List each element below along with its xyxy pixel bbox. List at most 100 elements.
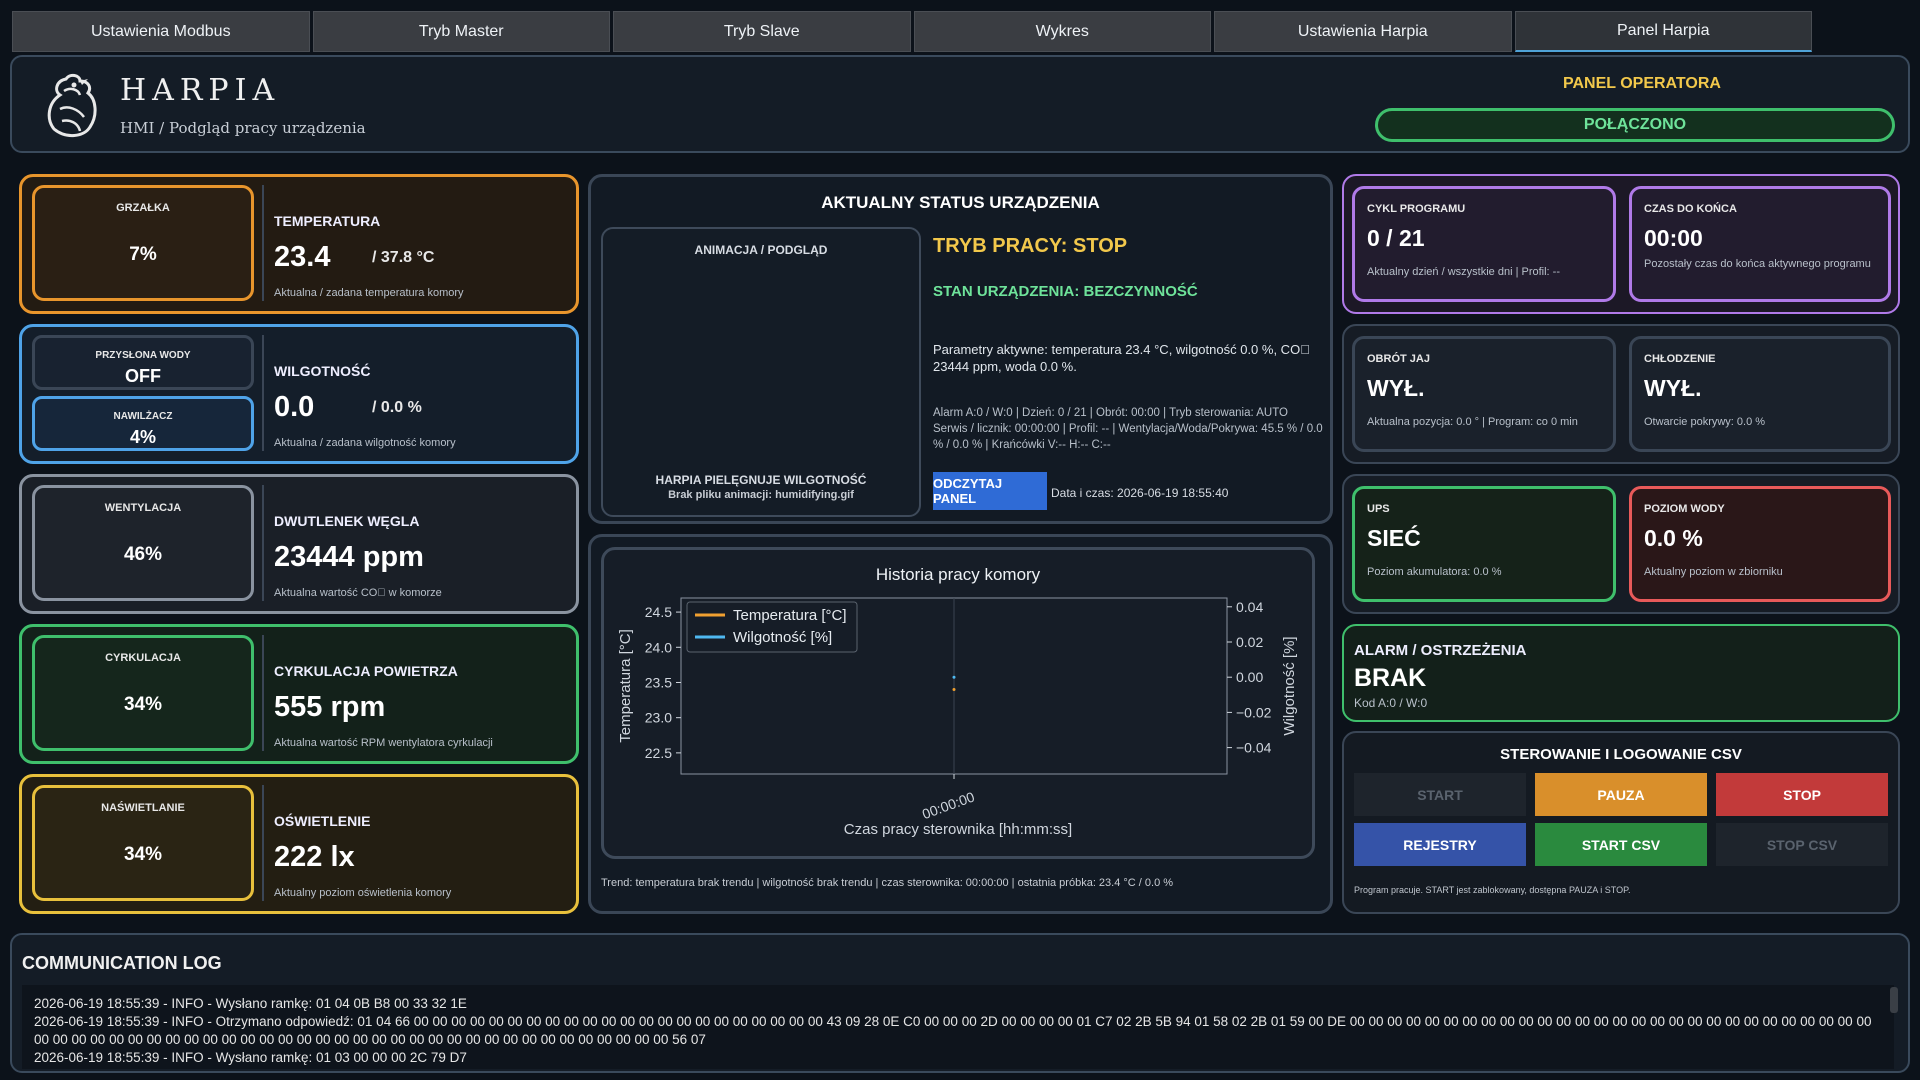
chart-title: Historia pracy komory [876, 565, 1041, 584]
water-shutter-title: PRZYSŁONA WODY [95, 350, 191, 361]
legend-label: Temperatura [°C] [733, 607, 847, 624]
divider [262, 335, 264, 451]
control-note: Program pracuje. START jest zablokowany,… [1354, 885, 1631, 895]
heater-value: 7% [129, 244, 157, 265]
water-level-card: POZIOM WODY 0.0 % Aktualny poziom w zbio… [1629, 486, 1891, 602]
humidity-setpoint: / 0.0 % [372, 399, 422, 416]
log-scrollbar[interactable] [1890, 985, 1898, 1069]
status-meta: Alarm A:0 / W:0 | Dzień: 0 / 21 | Obrót:… [933, 407, 1323, 451]
air-circulation-description: Aktualna wartość RPM wentylatora cyrkula… [274, 737, 493, 749]
x-tick-label: 00:00:00 [920, 788, 977, 822]
humidity-value: 0.0 [274, 391, 315, 423]
ups-card: UPS SIEĆ Poziom akumulatora: 0.0 % [1352, 486, 1616, 602]
water-level-title: POZIOM WODY [1644, 503, 1725, 515]
egg-turn-description: Aktualna pozycja: 0.0 ° | Program: co 0 … [1367, 416, 1578, 428]
alarm-card: ALARM / OSTRZEŻENIA BRAK Kod A:0 / W:0 [1342, 624, 1900, 722]
temperature-point [952, 688, 956, 692]
temperature-label: TEMPERATURA [274, 213, 381, 229]
y-tick-label: 22.5 [645, 745, 672, 761]
y-axis-label: Temperatura [°C] [617, 629, 634, 743]
cycle-description: Aktualny dzień / wszystkie dni | Profil:… [1367, 266, 1560, 278]
egg-turn-value: WYŁ. [1367, 375, 1425, 401]
lighting-card: NAŚWIETLANIE 34% OŚWIETLENIE 222 lx Aktu… [19, 774, 579, 914]
log-line: 2026-06-19 18:55:39 - INFO - Otrzymano o… [34, 1014, 1872, 1047]
humidity-label: WILGOTNOŚĆ [274, 363, 371, 379]
circulation-title: CYRKULACJA [105, 652, 181, 664]
lighting-value: 222 lx [274, 841, 355, 873]
work-mode: TRYB PRACY: STOP [933, 235, 1128, 257]
animation-title: ANIMACJA / PODGLĄD [694, 243, 828, 257]
tab-master-mode[interactable]: Tryb Master [312, 11, 610, 52]
read-panel-button[interactable]: ODCZYTAJ PANEL [933, 472, 1047, 510]
tab-chart[interactable]: Wykres [913, 11, 1211, 52]
y-tick-label: 24.0 [645, 639, 672, 655]
air-circulation-label: CYRKULACJA POWIETRZA [274, 663, 458, 679]
tab-bar: Ustawienia Modbus Tryb Master Tryb Slave… [12, 11, 1812, 52]
y-tick-label: 23.0 [645, 710, 672, 726]
water-level-value: 0.0 % [1644, 525, 1703, 551]
start-csv-button[interactable]: START CSV [1535, 823, 1707, 866]
animation-preview: ANIMACJA / PODGLĄD HARPIA PIELĘGNUJE WIL… [601, 227, 921, 517]
heater-title: GRZAŁKA [116, 202, 170, 214]
cycle-value: 0 / 21 [1367, 225, 1425, 251]
device-state: STAN URZĄDZENIA: BEZCZYNNOŚĆ [933, 283, 1198, 300]
connection-status-badge: POŁĄCZONO [1375, 108, 1895, 142]
stop-csv-button[interactable]: STOP CSV [1716, 823, 1888, 866]
program-group: CYKL PROGRAMU 0 / 21 Aktualny dzień / ws… [1342, 174, 1900, 314]
remaining-description: Pozostały czas do końca aktywnego progra… [1644, 258, 1871, 270]
cooling-description: Otwarcie pokrywy: 0.0 % [1644, 416, 1766, 428]
log-title: COMMUNICATION LOG [22, 953, 222, 973]
heater-indicator: GRZAŁKA 7% [32, 185, 254, 301]
egg-turn-card: OBRÓT JAJ WYŁ. Aktualna pozycja: 0.0 ° |… [1352, 336, 1616, 452]
co2-description: Aktualna wartość CO⃞ w komorze [274, 587, 442, 599]
co2-value: 23444 ppm [274, 541, 424, 573]
y2-axis-label: Wilgotność [%] [1281, 636, 1298, 735]
datetime-label: Data i czas: 2026-06-19 18:55:40 [1051, 486, 1229, 500]
tab-harpia-panel[interactable]: Panel Harpia [1514, 11, 1812, 52]
co2-label: DWUTLENEK WĘGLA [274, 513, 420, 529]
tab-slave-mode[interactable]: Tryb Slave [613, 11, 911, 52]
illumination-value: 34% [123, 844, 163, 865]
cooling-card: CHŁODZENIE WYŁ. Otwarcie pokrywy: 0.0 % [1629, 336, 1891, 452]
brand-subtitle: HMI / Podgląd pracy urządzenia [120, 119, 366, 137]
legend-label: Wilgotność [%] [733, 629, 832, 646]
log-scrollbar-thumb[interactable] [1890, 987, 1898, 1013]
start-button[interactable]: START [1354, 773, 1526, 816]
log-output[interactable]: 2026-06-19 18:55:39 - INFO - Wysłano ram… [22, 985, 1894, 1069]
y2-tick-label: 0.04 [1236, 599, 1263, 615]
water-level-description: Aktualny poziom w zbiorniku [1644, 566, 1783, 578]
tab-harpia-settings[interactable]: Ustawienia Harpia [1214, 11, 1512, 52]
circulation-indicator: CYRKULACJA 34% [32, 635, 254, 751]
divider [262, 635, 264, 751]
chamber-history-chart: Historia pracy komory 22.5 23.0 23.5 24.0 24.… [601, 547, 1315, 859]
control-panel: STEROWANIE I LOGOWANIE CSV START PAUZA S… [1342, 731, 1900, 914]
ups-title: UPS [1367, 503, 1390, 515]
egg-turn-title: OBRÓT JAJ [1367, 353, 1430, 365]
y-tick-label: 23.5 [645, 674, 672, 690]
y2-tick-label: −0.02 [1236, 704, 1272, 720]
ventilation-title: WENTYLACJA [104, 502, 182, 514]
device-status-panel: AKTUALNY STATUS URZĄDZENIA ANIMACJA / PO… [588, 174, 1333, 524]
cooling-title: CHŁODZENIE [1644, 353, 1716, 365]
water-shutter-value: OFF [125, 366, 161, 386]
y2-tick-label: 0.00 [1236, 669, 1263, 685]
ups-water-group: UPS SIEĆ Poziom akumulatora: 0.0 % POZIO… [1342, 474, 1900, 614]
pause-button[interactable]: PAUZA [1535, 773, 1707, 816]
ventilation-indicator: WENTYLACJA 46% [32, 485, 254, 601]
humidifier-title: NAWILŻACZ [113, 411, 173, 422]
temperature-value: 23.4 [274, 241, 331, 273]
water-shutter-indicator: PRZYSŁONA WODY OFF [32, 335, 254, 390]
lighting-description: Aktualny poziom oświetlenia komory [274, 887, 452, 899]
time-remaining-card: CZAS DO KOŃCA 00:00 Pozostały czas do ko… [1629, 186, 1891, 302]
air-circulation-value: 555 rpm [274, 691, 386, 723]
tab-modbus-settings[interactable]: Ustawienia Modbus [12, 11, 310, 52]
registers-button[interactable]: REJESTRY [1354, 823, 1526, 866]
humidifier-value: 4% [129, 427, 156, 447]
stop-button[interactable]: STOP [1716, 773, 1888, 816]
illumination-indicator: NAŚWIETLANIE 34% [32, 785, 254, 901]
program-cycle-card: CYKL PROGRAMU 0 / 21 Aktualny dzień / ws… [1352, 186, 1616, 302]
alarm-value: BRAK [1354, 664, 1427, 692]
operator-panel-title: PANEL OPERATORA [1563, 75, 1721, 92]
divider [262, 485, 264, 601]
humidifier-indicator: NAWILŻACZ 4% [32, 396, 254, 451]
